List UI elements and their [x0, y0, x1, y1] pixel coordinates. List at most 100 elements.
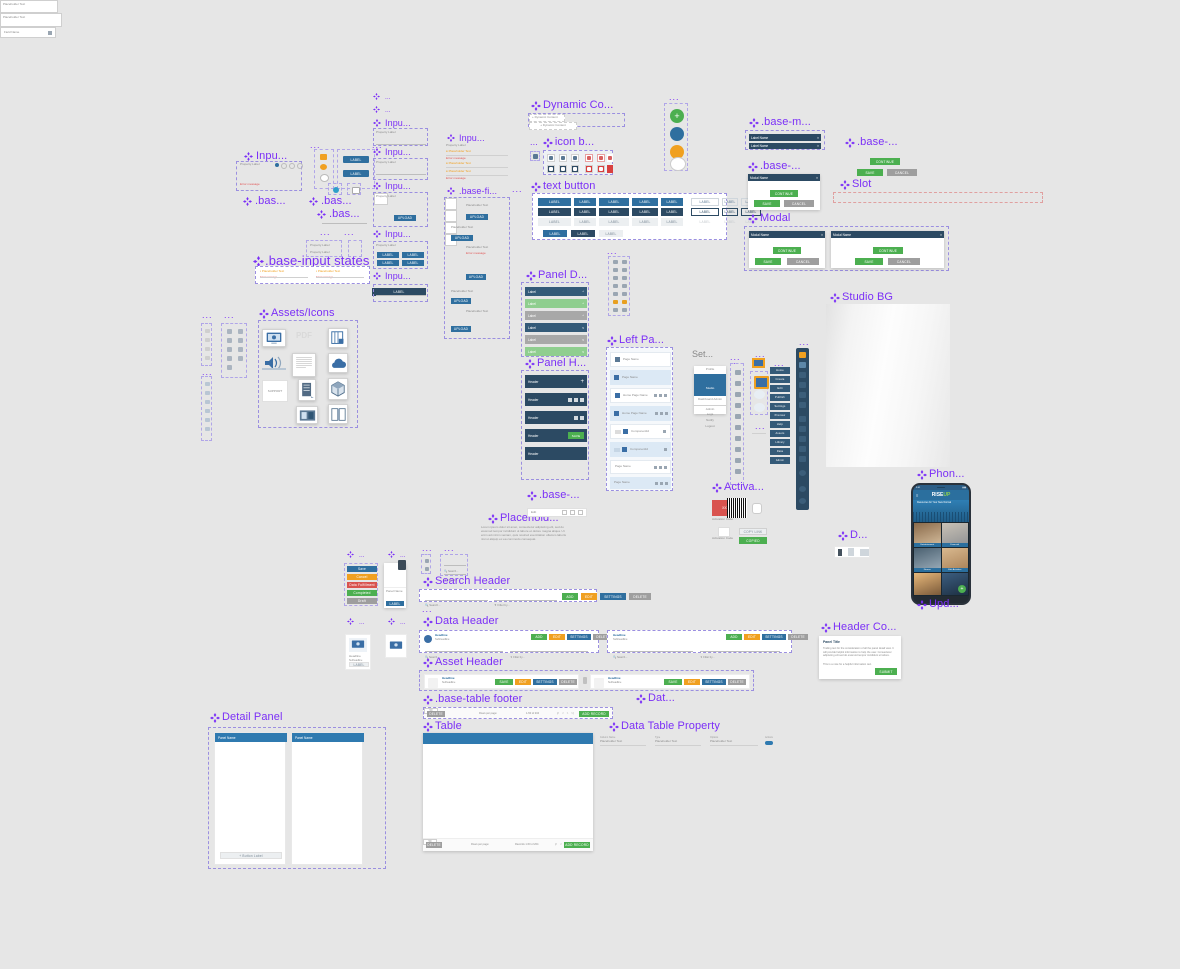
server-icon[interactable] [298, 379, 316, 401]
state-input-b[interactable]: ▪ Placeholder Text Error message [316, 269, 364, 279]
left-panel-item-2[interactable]: Home Page Name [610, 388, 671, 403]
button-1[interactable]: LABEL [343, 156, 369, 163]
ellipsis-18[interactable]: ... [799, 338, 810, 347]
toggle-switch[interactable] [765, 741, 773, 745]
book-icon[interactable] [328, 404, 348, 424]
chevron-up-icon-2[interactable]: ^ [583, 302, 585, 306]
add-icon-2[interactable]: + [580, 379, 584, 385]
edit-icon-7[interactable] [654, 465, 657, 469]
edit-icon[interactable] [568, 397, 572, 402]
ellipsis-1[interactable]: ... [310, 141, 321, 150]
phone-tile-2[interactable]: Fitness [914, 548, 941, 572]
edit-icon-3[interactable] [654, 394, 657, 397]
edit-icon-5[interactable] [663, 430, 666, 433]
selected-tool-icon[interactable] [752, 358, 765, 368]
copy-icon-2[interactable] [574, 415, 578, 420]
left-panel-item-7[interactable]: Page Name [610, 477, 671, 489]
mic-icon-2[interactable] [752, 503, 762, 514]
drag-handle-icon-2[interactable] [614, 447, 620, 452]
support-icon[interactable]: SUPPORT [262, 380, 288, 402]
ellipsis-6[interactable]: ... [224, 311, 235, 320]
input-3-frame[interactable]: Property Label [373, 158, 428, 180]
input-1-field[interactable]: Placeholder Text [0, 0, 58, 13]
next-page-button[interactable]: > [567, 712, 569, 715]
close-icon-2[interactable]: × [817, 144, 819, 148]
dynamic-chip-2[interactable]: + Dynamic Content [540, 123, 566, 128]
phone-tile-1[interactable]: Financial [941, 523, 968, 547]
left-panel-item-0[interactable]: Page Name [610, 352, 671, 367]
ellipsis-9[interactable]: ... [530, 137, 538, 147]
copy-icon-5[interactable] [659, 465, 662, 469]
left-panel-item-6[interactable]: Page Name [610, 460, 671, 474]
presentation-icon[interactable] [262, 329, 286, 347]
input-5-frame[interactable]: Property Label LABEL LABEL LABEL LABEL [373, 241, 428, 269]
audio-icon[interactable] [262, 355, 288, 373]
delete-icon-5[interactable] [664, 465, 667, 469]
copy-icon-4[interactable] [660, 412, 663, 415]
dynamic-chip-1[interactable]: + Dynamic Content [530, 115, 558, 120]
delete-button[interactable]: DELETE [629, 593, 651, 600]
settings-sub-3[interactable]: Logout [694, 424, 726, 430]
edit-icon-9[interactable] [48, 30, 52, 35]
submit-button[interactable]: SUBMIT [875, 668, 897, 675]
add-icon[interactable]: + [670, 109, 684, 123]
chevron-down-icon-2[interactable]: v [582, 338, 584, 342]
first-page-button[interactable]: |< [557, 712, 559, 715]
cloud-icon[interactable] [328, 353, 348, 373]
placeholder-edit-button[interactable]: Edit [531, 510, 536, 515]
ellipsis-7[interactable]: ... [202, 368, 213, 377]
edit-button[interactable]: EDIT [581, 593, 597, 600]
ellipsis-4[interactable]: ... [344, 228, 355, 237]
help-icon[interactable] [281, 163, 287, 169]
left-panel-item-1[interactable]: Page Name [610, 370, 671, 385]
button-2[interactable]: LABEL [343, 170, 369, 177]
delete-icon-4[interactable] [665, 412, 668, 415]
edit-icon-4[interactable] [655, 412, 658, 415]
dtp-field-3[interactable]: Actions [765, 736, 783, 745]
more-icon[interactable] [297, 163, 303, 169]
dtp-field-1[interactable]: Type Placeholder Text [655, 736, 703, 746]
left-panel-item-4[interactable]: ComponentId [610, 424, 671, 439]
desktop-device-icon[interactable] [860, 548, 869, 556]
add-icon-3[interactable]: + [958, 585, 966, 593]
close-icon[interactable]: × [817, 136, 819, 140]
dtp-field-0[interactable]: Column Name Placeholder Text [600, 736, 648, 746]
close-icon-5[interactable]: × [940, 233, 942, 237]
add-button[interactable]: ADD [562, 593, 578, 600]
delete-icon[interactable] [580, 397, 584, 402]
ellipsis-8[interactable]: ... [512, 185, 523, 194]
copy-link-button[interactable]: COPY LINK [739, 528, 767, 535]
settings-menu-item-1[interactable]: Studio [694, 373, 726, 396]
spreadsheet-icon[interactable] [328, 328, 348, 348]
phone-device-icon[interactable] [838, 548, 842, 556]
drag-handle-icon[interactable] [615, 429, 621, 434]
ellipsis-11[interactable]: ... [607, 247, 618, 256]
settings-menu-item-2[interactable]: Dashboard Admin [694, 396, 726, 404]
align-left-icon[interactable] [562, 510, 567, 515]
settings-menu-item-0[interactable]: Profile [694, 366, 726, 374]
base-1-input[interactable]: Placeholder Text [0, 13, 62, 27]
media-icon[interactable] [296, 406, 318, 424]
pdf-icon[interactable]: PDF [296, 331, 312, 340]
panel-save-button[interactable]: SAVE [568, 432, 584, 439]
ellipsis-3[interactable]: ... [320, 228, 331, 237]
mic-icon[interactable] [670, 157, 686, 171]
ellipsis-19[interactable]: ... [422, 544, 433, 553]
ellipsis-20[interactable]: ... [444, 544, 455, 553]
delete-icon-6[interactable] [665, 481, 668, 485]
edit-icon-8[interactable] [655, 481, 658, 485]
chevron-up-icon-3[interactable]: ^ [583, 314, 585, 318]
package-icon[interactable] [328, 378, 348, 400]
ellipsis-5[interactable]: ... [202, 311, 213, 320]
state-input-a[interactable]: ▪ Placeholder Text Error message [260, 269, 308, 279]
align-right-icon[interactable] [578, 510, 583, 515]
tablet-device-icon[interactable] [848, 548, 854, 556]
close-icon-4[interactable]: × [821, 233, 823, 237]
input-6-frame[interactable] [373, 284, 428, 302]
ellipsis-10[interactable]: ... [669, 93, 680, 102]
document-icon[interactable] [292, 353, 316, 377]
copied-button[interactable]: COPIED [739, 537, 767, 544]
left-panel-item-5[interactable]: ComponentId [610, 442, 671, 457]
filter-input[interactable]: Filter by... [498, 603, 510, 607]
dtp-field-2[interactable]: Options Placeholder Text [710, 736, 760, 746]
